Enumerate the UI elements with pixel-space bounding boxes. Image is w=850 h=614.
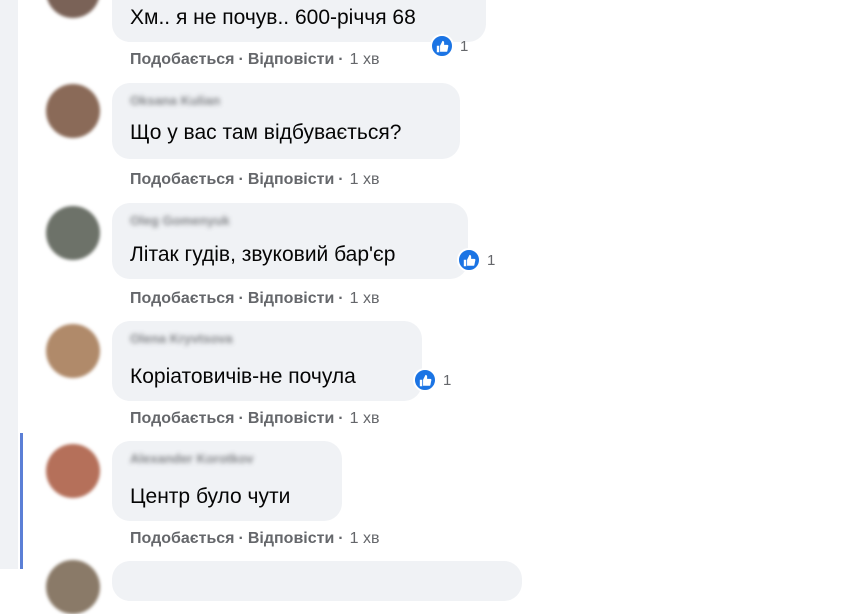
comment-text: Центр було чути <box>130 485 291 508</box>
avatar[interactable] <box>46 444 100 498</box>
comment-text: Що у вас там відбувається? <box>130 121 402 144</box>
reaction-badge[interactable]: 1 <box>413 367 451 393</box>
timestamp[interactable]: 1 хв <box>350 530 380 548</box>
timestamp[interactable]: 1 хв <box>350 51 380 69</box>
timestamp[interactable]: 1 хв <box>350 410 380 428</box>
separator: · <box>238 290 244 307</box>
left-panel-edge <box>0 0 18 569</box>
like-button[interactable]: Подобається <box>130 171 235 189</box>
comment-actions: Подобається · Відповісти · 1 хв <box>130 530 379 548</box>
comment-actions: Подобається · Відповісти · 1 хв <box>130 171 379 189</box>
timestamp[interactable]: 1 хв <box>350 171 380 189</box>
separator: · <box>238 410 244 427</box>
comment-text: Хм.. я не почув.. 600-річчя 68 <box>130 6 416 29</box>
reaction-count: 1 <box>460 37 469 55</box>
comment-text: Коріатовичів-не почула <box>130 365 356 388</box>
reply-button[interactable]: Відповісти <box>248 51 334 69</box>
reaction-badge[interactable]: 1 <box>430 33 468 59</box>
comment-bubble: Alexander Korotkov Центр було чути <box>112 441 342 521</box>
separator: · <box>238 51 244 68</box>
separator: · <box>338 410 344 427</box>
separator: · <box>338 290 344 307</box>
author-name[interactable]: Oleg Gomenyuk <box>130 213 230 228</box>
comment-bubble: Oleg Gomenyuk Літак гудів, звуковий бар'… <box>112 203 468 279</box>
reply-button[interactable]: Відповісти <box>248 530 334 548</box>
thread-indicator <box>20 433 23 569</box>
separator: · <box>238 530 244 547</box>
comment-actions: Подобається · Відповісти · 1 хв <box>130 410 379 428</box>
author-name[interactable]: Alexander Korotkov <box>130 451 254 466</box>
reaction-count: 1 <box>487 251 496 269</box>
comment-text: Літак гудів, звуковий бар'єр <box>130 243 396 266</box>
comment-bubble <box>112 561 522 601</box>
separator: · <box>238 171 244 188</box>
avatar[interactable] <box>46 206 100 260</box>
like-button[interactable]: Подобається <box>130 410 235 428</box>
comment-bubble: Oksana Kulian Що у вас там відбувається? <box>112 83 460 159</box>
separator: · <box>338 530 344 547</box>
reply-button[interactable]: Відповісти <box>248 410 334 428</box>
reaction-badge[interactable]: 1 <box>457 247 495 273</box>
separator: · <box>338 171 344 188</box>
author-name[interactable]: Oksana Kulian <box>130 93 220 108</box>
avatar[interactable] <box>46 0 100 18</box>
like-button[interactable]: Подобається <box>130 530 235 548</box>
like-reaction-icon <box>430 34 454 58</box>
avatar[interactable] <box>46 84 100 138</box>
like-button[interactable]: Подобається <box>130 51 235 69</box>
separator: · <box>338 51 344 68</box>
comment-actions: Подобається · Відповісти · 1 хв <box>130 290 379 308</box>
like-reaction-icon <box>457 248 481 272</box>
timestamp[interactable]: 1 хв <box>350 290 380 308</box>
comment-bubble: Olena Kryvtsova Коріатовичів-не почула <box>112 321 422 401</box>
comment-actions: Подобається · Відповісти · 1 хв <box>130 51 379 69</box>
like-button[interactable]: Подобається <box>130 290 235 308</box>
reply-button[interactable]: Відповісти <box>248 171 334 189</box>
reaction-count: 1 <box>443 371 452 389</box>
avatar[interactable] <box>46 324 100 378</box>
author-name[interactable]: Olena Kryvtsova <box>130 331 233 346</box>
like-reaction-icon <box>413 368 437 392</box>
reply-button[interactable]: Відповісти <box>248 290 334 308</box>
avatar[interactable] <box>46 560 100 614</box>
